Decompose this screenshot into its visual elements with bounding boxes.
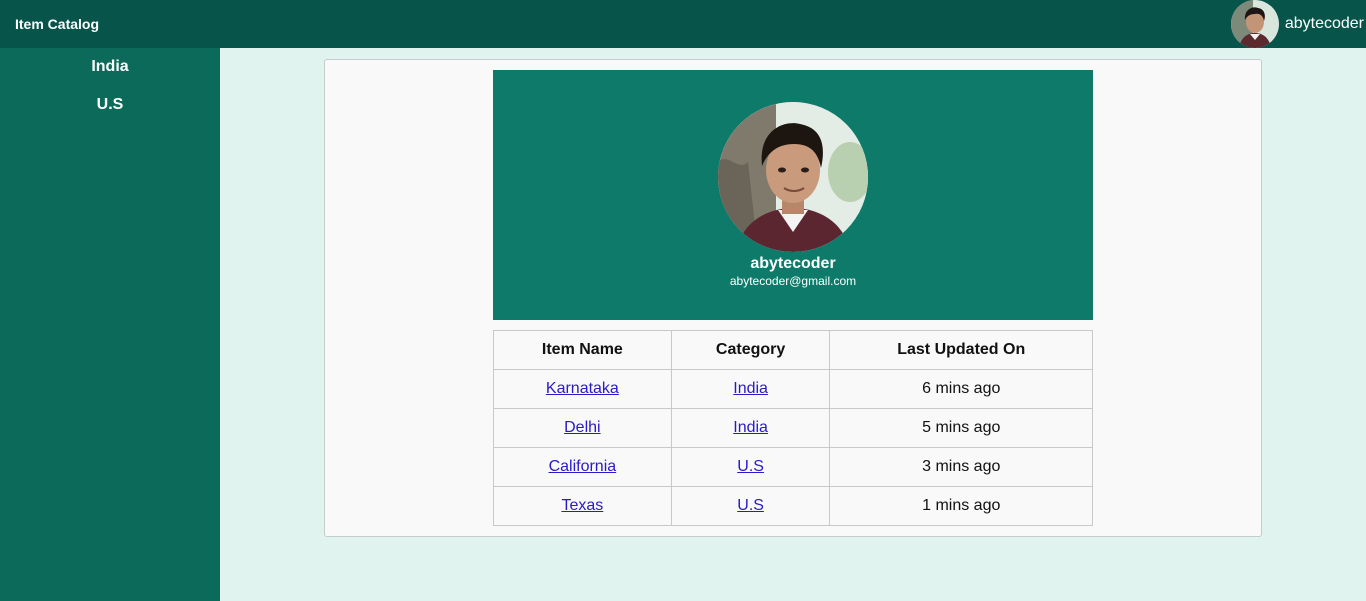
table-header-row: Item Name Category Last Updated On: [493, 330, 1093, 370]
profile-banner: abytecoder abytecoder@gmail.com: [493, 70, 1093, 320]
category-link[interactable]: India: [733, 419, 768, 436]
table-row: California U.S 3 mins ago: [493, 447, 1093, 487]
last-updated-cell: 1 mins ago: [829, 486, 1093, 526]
profile-avatar: [718, 102, 868, 252]
table-row: Texas U.S 1 mins ago: [493, 486, 1093, 526]
category-link[interactable]: India: [733, 380, 768, 397]
main-card: abytecoder abytecoder@gmail.com Item Nam…: [324, 59, 1262, 537]
item-link[interactable]: California: [549, 458, 617, 475]
item-link[interactable]: Karnataka: [546, 380, 619, 397]
sidebar-item-us[interactable]: U.S: [0, 86, 220, 124]
category-cell: India: [670, 369, 831, 409]
column-header-last-updated: Last Updated On: [829, 330, 1093, 370]
item-link[interactable]: Delhi: [564, 419, 600, 436]
item-name-cell: Delhi: [493, 408, 672, 448]
category-cell: U.S: [670, 447, 831, 487]
item-link[interactable]: Texas: [561, 497, 603, 514]
items-table: Item Name Category Last Updated On Karna…: [493, 330, 1093, 526]
brand-link[interactable]: Item Catalog: [15, 16, 99, 32]
user-menu[interactable]: abytecoder: [1230, 0, 1366, 48]
category-cell: India: [670, 408, 831, 448]
item-name-cell: Karnataka: [493, 369, 672, 409]
item-name-cell: Texas: [493, 486, 672, 526]
last-updated-cell: 5 mins ago: [829, 408, 1093, 448]
category-cell: U.S: [670, 486, 831, 526]
last-updated-cell: 3 mins ago: [829, 447, 1093, 487]
column-header-category: Category: [670, 330, 831, 370]
nav-username[interactable]: abytecoder: [1285, 15, 1364, 33]
sidebar-item-india[interactable]: India: [0, 48, 220, 86]
category-link[interactable]: U.S: [737, 458, 764, 475]
table-row: Karnataka India 6 mins ago: [493, 369, 1093, 409]
item-name-cell: California: [493, 447, 672, 487]
profile-name: abytecoder: [750, 255, 836, 272]
top-navbar: Item Catalog abytecoder: [0, 0, 1366, 48]
table-row: Delhi India 5 mins ago: [493, 408, 1093, 448]
category-link[interactable]: U.S: [737, 497, 764, 514]
sidebar: India U.S: [0, 48, 220, 601]
profile-email: abytecoder@gmail.com: [729, 274, 857, 288]
last-updated-cell: 6 mins ago: [829, 369, 1093, 409]
user-avatar[interactable]: [1230, 0, 1279, 48]
column-header-item-name: Item Name: [493, 330, 672, 370]
